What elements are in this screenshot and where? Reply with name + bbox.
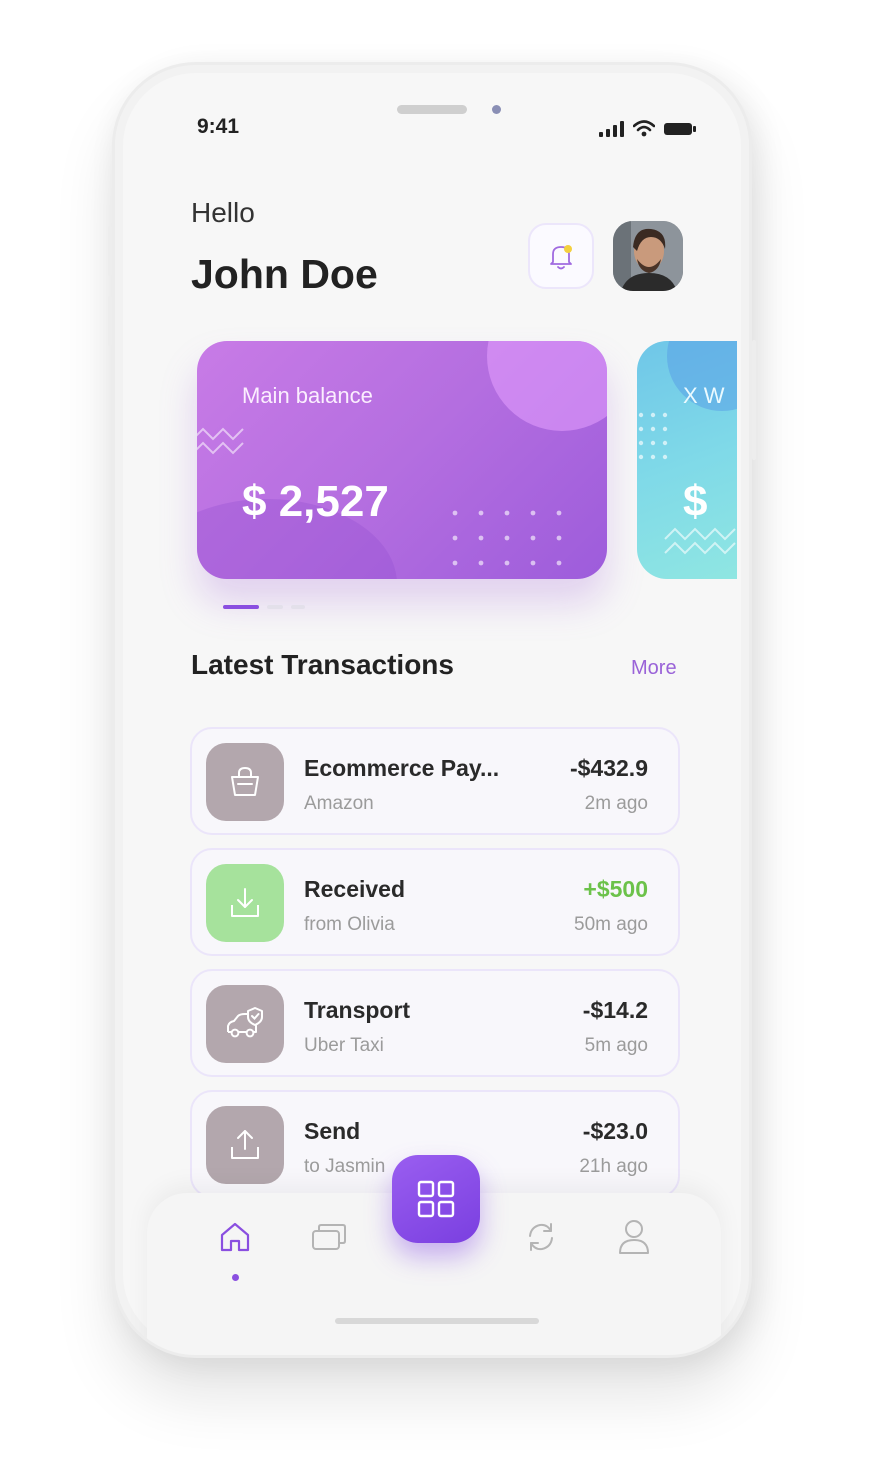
home-icon <box>220 1222 250 1252</box>
pager-dot-active[interactable] <box>223 605 259 609</box>
status-time: 9:41 <box>197 115 240 138</box>
transaction-icon-tile <box>206 1106 284 1184</box>
pager-dot[interactable] <box>267 605 283 609</box>
card-pager <box>223 605 305 609</box>
transaction-time: 2m ago <box>584 793 648 814</box>
transaction-title: Received <box>304 876 406 902</box>
nav-refresh[interactable] <box>519 1215 563 1259</box>
notifications-button[interactable] <box>528 223 594 289</box>
volume-down-button <box>108 296 112 346</box>
refresh-icon <box>529 1223 553 1251</box>
speaker-grille <box>397 105 467 114</box>
transaction-row[interactable]: Received from Olivia +$500 50m ago <box>190 848 680 956</box>
nav-home[interactable] <box>213 1215 257 1259</box>
transaction-subtitle: from Olivia <box>304 914 395 935</box>
transaction-subtitle: Uber Taxi <box>304 1035 384 1056</box>
transaction-icon-tile <box>206 985 284 1063</box>
card-balance: $ <box>683 477 708 526</box>
transaction-amount: -$432.9 <box>569 755 648 781</box>
power-button <box>752 340 756 460</box>
card-label: Main balance <box>242 383 373 408</box>
transaction-row[interactable]: Transport Uber Taxi -$14.2 5m ago <box>190 969 680 1077</box>
greeting-text: Hello <box>191 197 255 228</box>
card-label: X W <box>683 383 725 408</box>
transaction-time: 21h ago <box>579 1156 648 1177</box>
transaction-icon-tile <box>206 743 284 821</box>
dots-decoration <box>452 510 562 566</box>
phone-frame: 9:41 Hello John Doe Main balance $ 2,527… <box>112 62 752 1358</box>
zigzag-decoration <box>664 527 736 555</box>
balance-card-secondary[interactable]: X W $ <box>637 341 737 579</box>
grid-menu-button[interactable] <box>392 1155 480 1243</box>
transaction-amount: -$14.2 <box>582 997 648 1023</box>
signal-icon <box>599 121 624 137</box>
more-link[interactable]: More <box>631 657 677 680</box>
home-indicator <box>335 1318 539 1324</box>
bell-icon <box>550 245 572 270</box>
avatar-image <box>613 221 683 291</box>
card-balance: $ 2,527 <box>242 477 389 526</box>
dots-decoration <box>638 412 668 460</box>
transaction-subtitle: to Jasmin <box>304 1156 386 1177</box>
pager-dot[interactable] <box>291 605 305 609</box>
user-name: John Doe <box>191 251 378 297</box>
transaction-row[interactable]: Ecommerce Pay... Amazon -$432.9 2m ago <box>190 727 680 835</box>
zigzag-decoration <box>197 427 244 455</box>
balance-card-main[interactable]: Main balance $ 2,527 <box>197 341 607 579</box>
avatar[interactable] <box>613 221 683 291</box>
upload-icon <box>231 1130 259 1159</box>
transaction-time: 5m ago <box>584 1035 648 1056</box>
wifi-icon <box>633 120 655 137</box>
nav-active-indicator <box>232 1274 239 1281</box>
grid-icon <box>417 1180 455 1218</box>
transaction-amount: +$500 <box>583 876 648 902</box>
car-icon <box>227 1007 263 1038</box>
status-icons <box>599 117 697 137</box>
shopping-bag-icon <box>231 766 259 796</box>
transaction-title: Send <box>304 1118 361 1144</box>
section-title: Latest Transactions <box>191 649 454 680</box>
transaction-amount: -$23.0 <box>582 1118 648 1144</box>
profile-icon <box>619 1220 649 1254</box>
cards-icon <box>312 1224 346 1250</box>
battery-icon <box>664 123 696 135</box>
nav-cards[interactable] <box>307 1215 351 1259</box>
front-camera <box>492 105 501 114</box>
transaction-title: Ecommerce Pay... <box>304 755 500 781</box>
transaction-title: Transport <box>304 997 411 1023</box>
volume-up-button <box>108 226 112 276</box>
transaction-time: 50m ago <box>574 914 648 935</box>
nav-profile[interactable] <box>612 1215 656 1259</box>
transaction-subtitle: Amazon <box>304 793 374 814</box>
transaction-icon-tile <box>206 864 284 942</box>
download-icon <box>231 888 259 917</box>
